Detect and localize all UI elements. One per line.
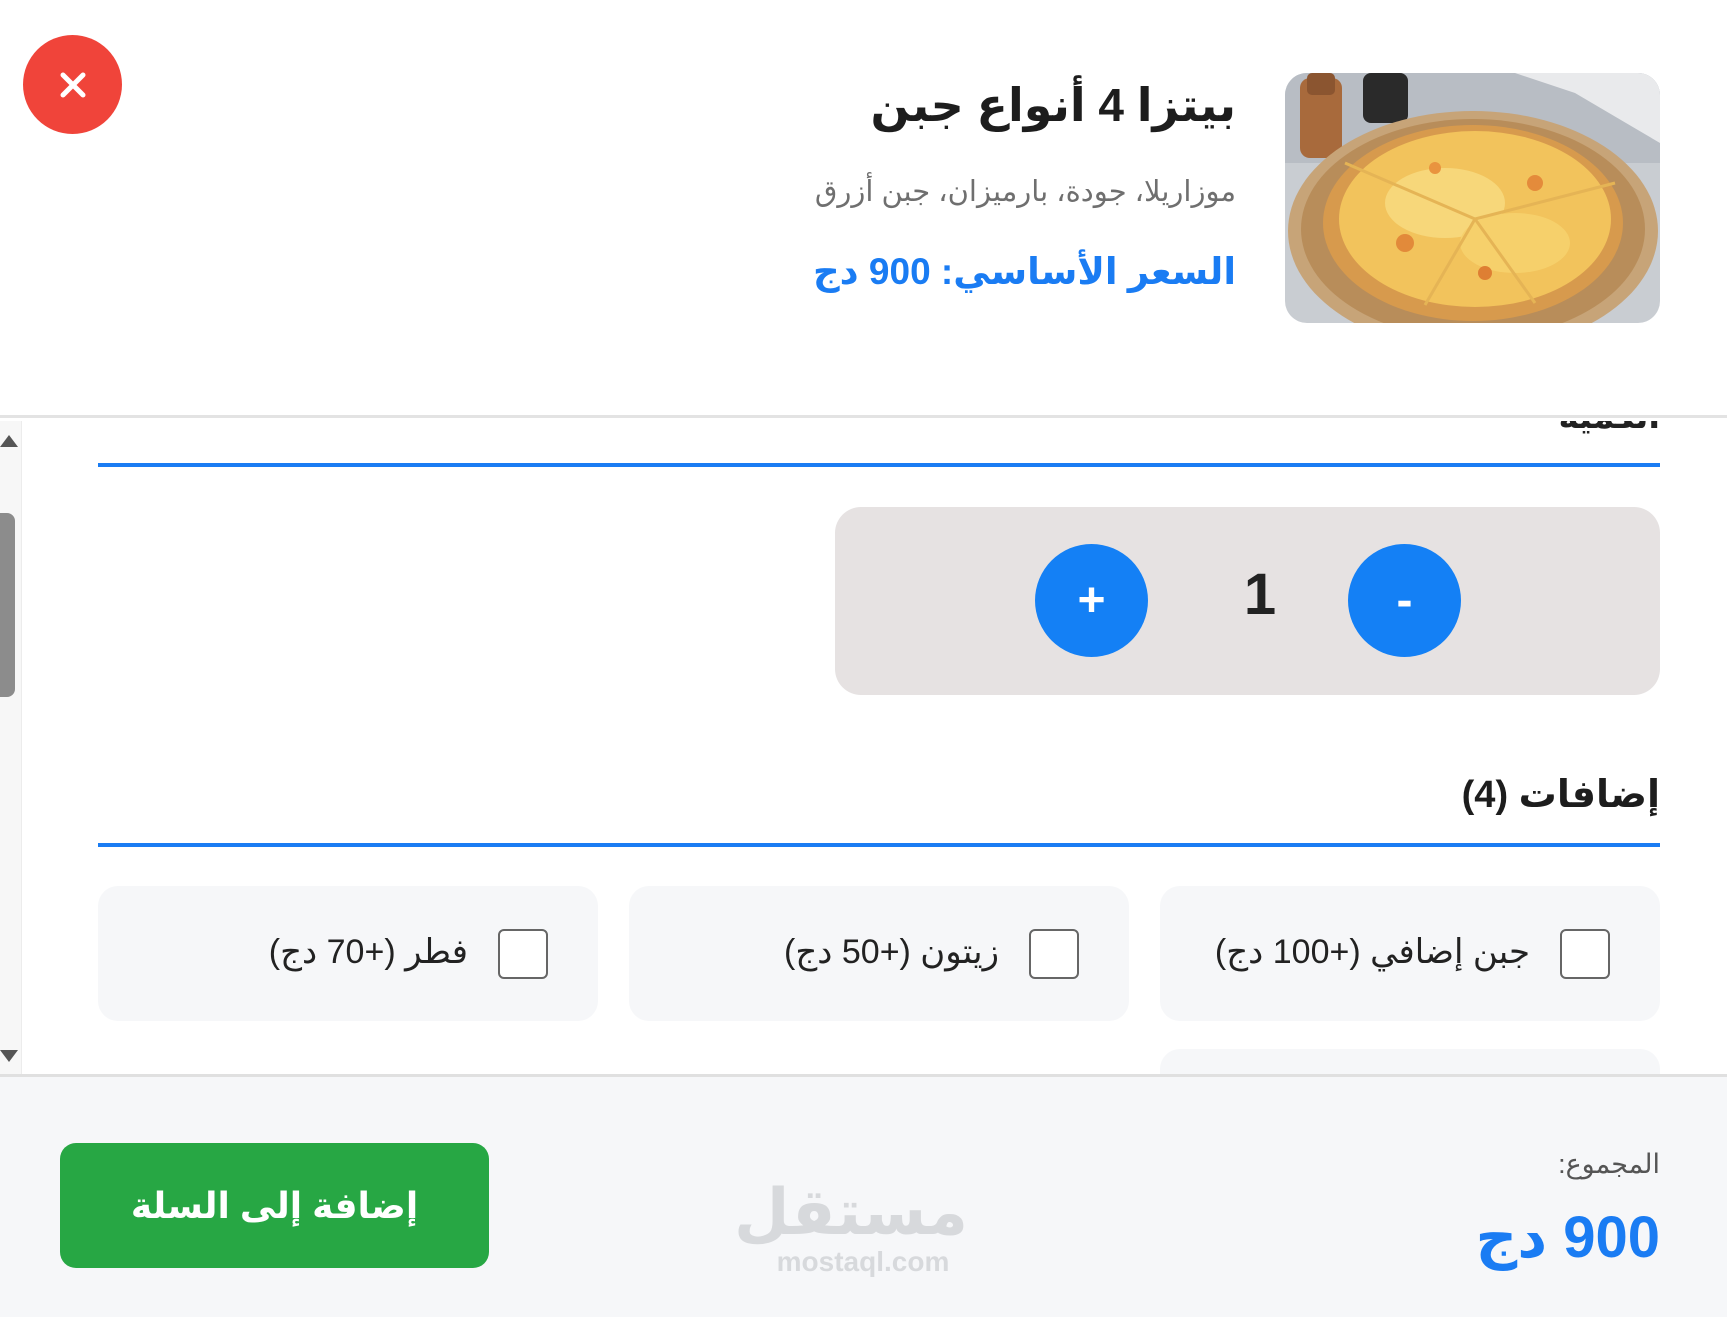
addon-option-olives[interactable]: زيتون (+50 دج) <box>629 886 1129 1021</box>
quantity-plus-button[interactable]: + <box>1035 544 1148 657</box>
quantity-value: 1 <box>1243 562 1277 627</box>
addon-checkbox[interactable] <box>1029 929 1079 979</box>
scrollbar[interactable] <box>0 421 22 1074</box>
total-value: 900 دج <box>1475 1205 1660 1270</box>
add-to-cart-button[interactable]: إضافة إلى السلة <box>60 1143 489 1268</box>
addon-option-partial[interactable] <box>1160 1049 1660 1074</box>
addon-checkbox[interactable] <box>498 929 548 979</box>
scroll-up-arrow-icon[interactable] <box>0 435 18 447</box>
addon-option-extra-cheese[interactable]: جبن إضافي (+100 دج) <box>1160 886 1660 1021</box>
section-divider <box>98 463 1660 467</box>
total-label: المجموع: <box>1558 1149 1660 1179</box>
product-modal: بيتزا 4 أنواع جبن موزاريلا، جودة، بارميز… <box>0 0 1727 1317</box>
section-divider <box>98 843 1660 847</box>
addon-option-mushroom[interactable]: فطر (+70 دج) <box>98 886 598 1021</box>
scroll-down-arrow-icon[interactable] <box>0 1050 18 1062</box>
close-icon <box>60 72 85 97</box>
options-scroll-area[interactable]: الكمية + 1 - إضافات (4) جبن إضافي (+100 … <box>0 421 1727 1074</box>
close-button[interactable] <box>23 35 122 134</box>
addon-label: فطر (+70 دج) <box>268 933 468 971</box>
watermark-latin: mostaql.com <box>776 1246 950 1277</box>
addon-label: جبن إضافي (+100 دج) <box>1214 933 1530 971</box>
quantity-section-title: الكمية <box>1559 421 1661 437</box>
product-header: بيتزا 4 أنواع جبن موزاريلا، جودة، بارميز… <box>0 0 1727 418</box>
watermark-logo: مستقل mostaql.com <box>733 1176 968 1277</box>
addons-section-title: إضافات (4) <box>1461 774 1660 816</box>
modal-footer: المجموع: 900 دج مستقل mostaql.com إضافة … <box>0 1074 1727 1317</box>
addon-label: زيتون (+50 دج) <box>784 933 999 971</box>
scrollbar-thumb[interactable] <box>0 513 15 697</box>
addon-checkbox[interactable] <box>1560 929 1610 979</box>
product-description: موزاريلا، جودة، بارميزان، جبن أزرق <box>814 176 1236 208</box>
watermark-arabic: مستقل <box>733 1176 968 1248</box>
pizza-image <box>1285 73 1660 323</box>
product-base-price: السعر الأساسي: 900 دج <box>812 251 1236 292</box>
quantity-stepper: + 1 - <box>835 507 1660 695</box>
product-title: بيتزا 4 أنواع جبن <box>870 79 1236 131</box>
quantity-minus-button[interactable]: - <box>1348 544 1461 657</box>
